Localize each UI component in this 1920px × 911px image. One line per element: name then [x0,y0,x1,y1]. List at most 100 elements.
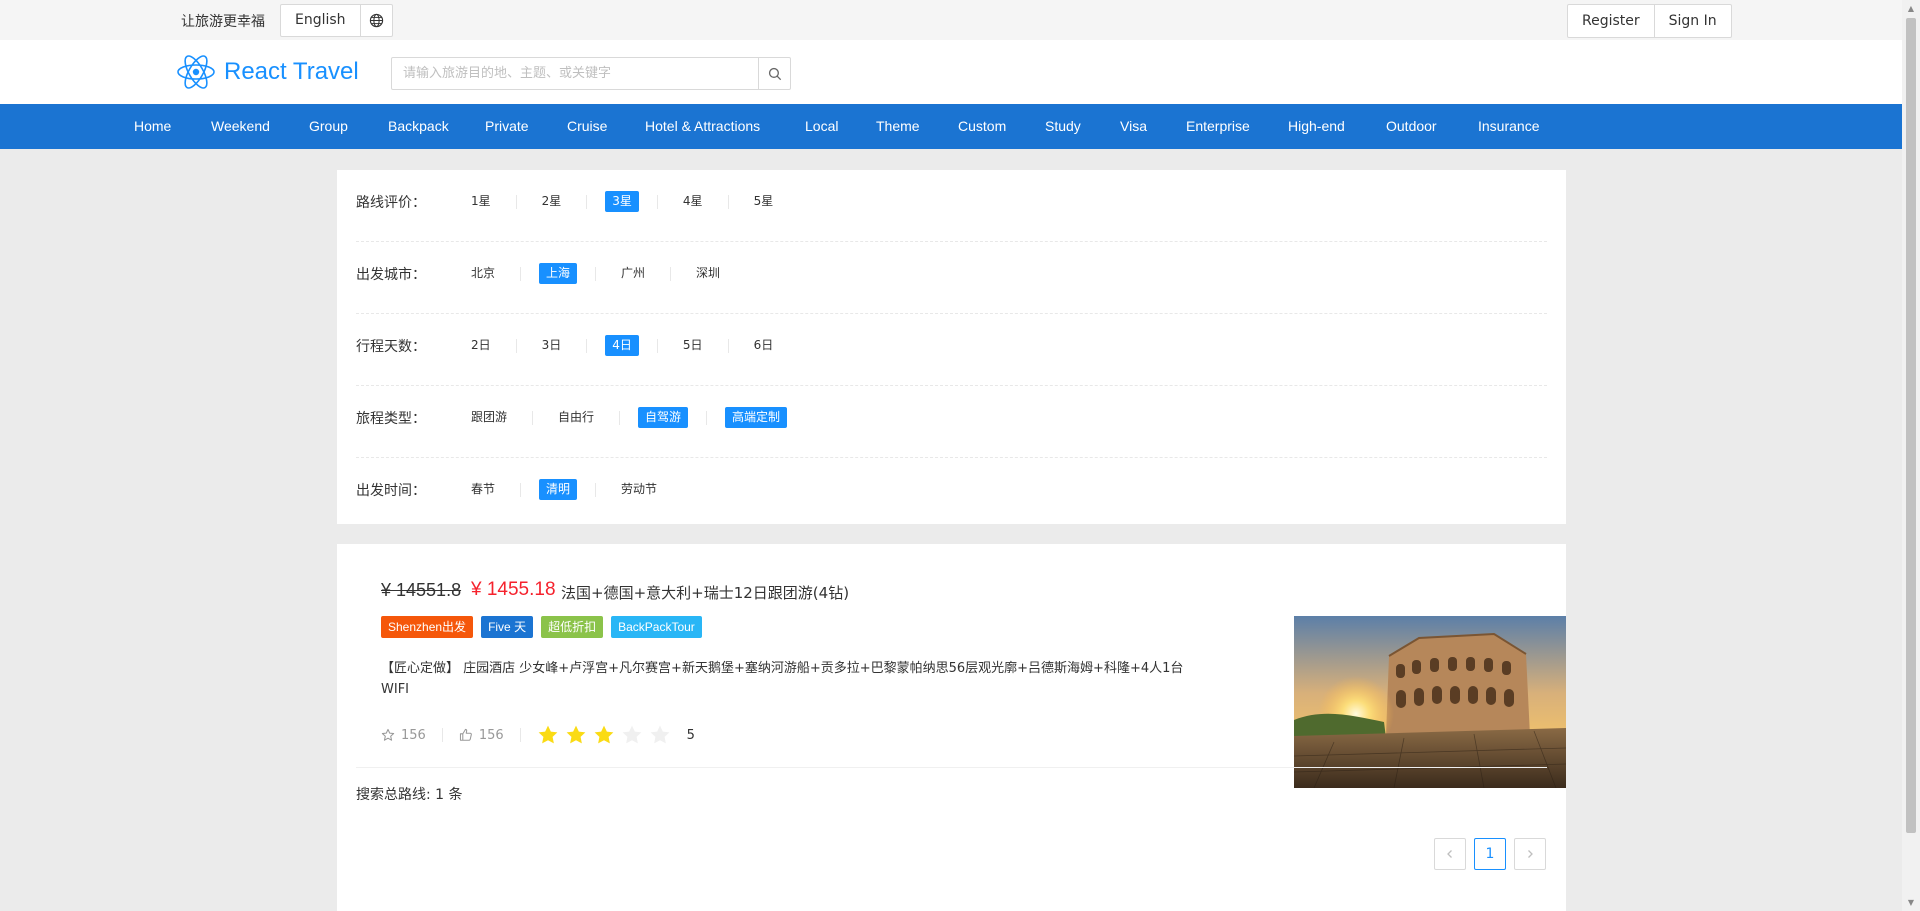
filter-option-5-star[interactable]: 5星 [747,191,781,212]
filter-option-3-days[interactable]: 3日 [535,335,569,356]
filter-option-group-tour[interactable]: 跟团游 [464,407,514,428]
filter-option-2-days[interactable]: 2日 [464,335,498,356]
product-title-link[interactable]: 法国+德国+意大利+瑞士12日跟团游(4钻) [561,582,849,603]
language-label[interactable]: English [281,5,361,36]
vertical-scrollbar[interactable]: ▲ ▼ [1902,0,1920,911]
pagination: 1 [1434,838,1546,870]
nav-item-private[interactable]: Private [485,104,529,149]
nav-item-home[interactable]: Home [134,104,171,149]
filter-option-labor-day[interactable]: 劳动节 [614,479,664,500]
nav-item-theme[interactable]: Theme [876,104,920,149]
nav-item-custom[interactable]: Custom [958,104,1006,149]
next-page-button[interactable] [1514,838,1546,870]
filter-options: 跟团游 自由行 自驾游 高端定制 [464,407,788,428]
prev-page-button[interactable] [1434,838,1466,870]
slogan: 让旅游更幸福 [181,14,265,30]
filter-title: 旅程类型： [356,411,426,427]
product-description: 【匠心定做】 庄园酒店 少女峰+卢浮宫+凡尔赛宫+新天鹅堡+塞纳河游船+贡多拉+… [381,661,1184,697]
search-box [391,57,791,90]
filter-row-departure-time: 出发时间： 春节 清明 劳动节 [356,458,1547,530]
filter-option-1-star[interactable]: 1星 [464,191,498,212]
filter-row-days: 行程天数： 2日 3日 4日 5日 6日 [356,314,1547,386]
header: React Travel [0,40,1902,104]
nav-item-local[interactable]: Local [805,104,838,149]
filter-option-shenzhen[interactable]: 深圳 [689,263,727,284]
filter-options: 2日 3日 4日 5日 6日 [464,335,780,356]
tag-list: Shenzhen出发 Five 天 超低折扣 BackPackTour [381,616,702,638]
star-filled-icon [566,725,586,744]
brand-title[interactable]: React Travel [224,58,359,86]
filter-title: 出发城市： [356,267,426,283]
filter-option-5-days[interactable]: 5日 [676,335,710,356]
filter-options: 北京 上海 广州 深圳 [464,263,727,284]
nav-item-study[interactable]: Study [1045,104,1081,149]
filter-option-4-star[interactable]: 4星 [676,191,710,212]
nav-item-high-end[interactable]: High-end [1288,104,1345,149]
star-rating[interactable]: 5 [537,724,695,746]
page-button-1[interactable]: 1 [1474,838,1506,870]
filter-option-4-days[interactable]: 4日 [605,335,639,356]
react-logo-icon[interactable] [176,52,216,96]
tag-tour-type: BackPackTour [611,616,702,638]
language-dropdown[interactable]: English [280,4,393,37]
scroll-down-arrow-icon[interactable]: ▼ [1902,894,1920,911]
nav-item-backpack[interactable]: Backpack [388,104,449,149]
register-button[interactable]: Register [1568,5,1654,37]
filter-option-self-drive[interactable]: 自驾游 [638,407,689,428]
filter-title: 行程天数： [356,339,426,355]
tag-duration: Five 天 [481,616,534,638]
filter-option-independent[interactable]: 自由行 [551,407,601,428]
star-empty-icon [622,725,642,744]
nav-item-cruise[interactable]: Cruise [567,104,607,149]
filter-row-city: 出发城市： 北京 上海 广州 深圳 [356,242,1547,314]
product-cover-image[interactable] [1294,616,1566,788]
scrollbar-thumb[interactable] [1906,18,1916,833]
favorite-action[interactable]: 156 [381,728,426,743]
chevron-right-icon [1528,850,1533,858]
filter-option-high-end-custom[interactable]: 高端定制 [725,407,788,428]
nav-item-visa[interactable]: Visa [1120,104,1147,149]
globe-icon[interactable] [361,5,392,36]
nav-item-enterprise[interactable]: Enterprise [1186,104,1250,149]
filter-option-6-days[interactable]: 6日 [747,335,781,356]
filter-option-2-star[interactable]: 2星 [535,191,569,212]
star-empty-icon [650,725,670,744]
filter-row-rating: 路线评价： 1星 2星 3星 4星 5星 [356,170,1547,242]
filter-options: 春节 清明 劳动节 [464,479,664,500]
filter-options: 1星 2星 3星 4星 5星 [464,191,780,212]
scroll-up-arrow-icon[interactable]: ▲ [1902,0,1920,17]
nav-item-outdoor[interactable]: Outdoor [1386,104,1437,149]
search-button[interactable] [758,58,790,89]
filter-row-type: 旅程类型： 跟团游 自由行 自驾游 高端定制 [356,386,1547,458]
nav-item-group[interactable]: Group [309,104,348,149]
filter-panel: 路线评价： 1星 2星 3星 4星 5星 出发城市： 北京 上海 广州 深圳 行… [337,170,1566,524]
nav-item-insurance[interactable]: Insurance [1478,104,1539,149]
search-input[interactable] [392,58,758,89]
filter-option-shanghai[interactable]: 上海 [539,263,578,284]
sign-in-button[interactable]: Sign In [1653,5,1731,37]
chevron-left-icon [1447,850,1452,858]
divider [356,767,1547,768]
filter-option-3-star[interactable]: 3星 [605,191,639,212]
like-count: 156 [478,727,504,743]
search-summary: 搜索总路线: 1 条 [356,787,463,803]
filter-option-guangzhou[interactable]: 广州 [614,263,652,284]
nav-item-hotel-attractions[interactable]: Hotel & Attractions [645,104,760,149]
results-panel: ¥ 14551.8 ¥ 1455.18 法国+德国+意大利+瑞士12日跟团游(4… [337,544,1566,911]
search-icon [768,67,781,80]
auth-button-group: Register Sign In [1567,4,1732,38]
filter-option-beijing[interactable]: 北京 [464,263,502,284]
filter-option-spring-festival[interactable]: 春节 [464,479,502,500]
tag-departure: Shenzhen出发 [381,616,474,638]
nav-item-weekend[interactable]: Weekend [211,104,270,149]
like-action[interactable]: 156 [459,728,504,743]
product-stats: 156 156 5 [381,724,695,746]
favorite-count: 156 [401,727,426,743]
star-filled-icon [594,725,614,744]
star-filled-icon [538,725,558,744]
filter-option-qingming[interactable]: 清明 [539,479,578,500]
thumbs-up-icon [459,728,472,741]
filter-title: 路线评价： [356,195,426,211]
rating-value: 5 [686,727,695,743]
top-bar: 让旅游更幸福 English Register Sign In [0,0,1902,40]
